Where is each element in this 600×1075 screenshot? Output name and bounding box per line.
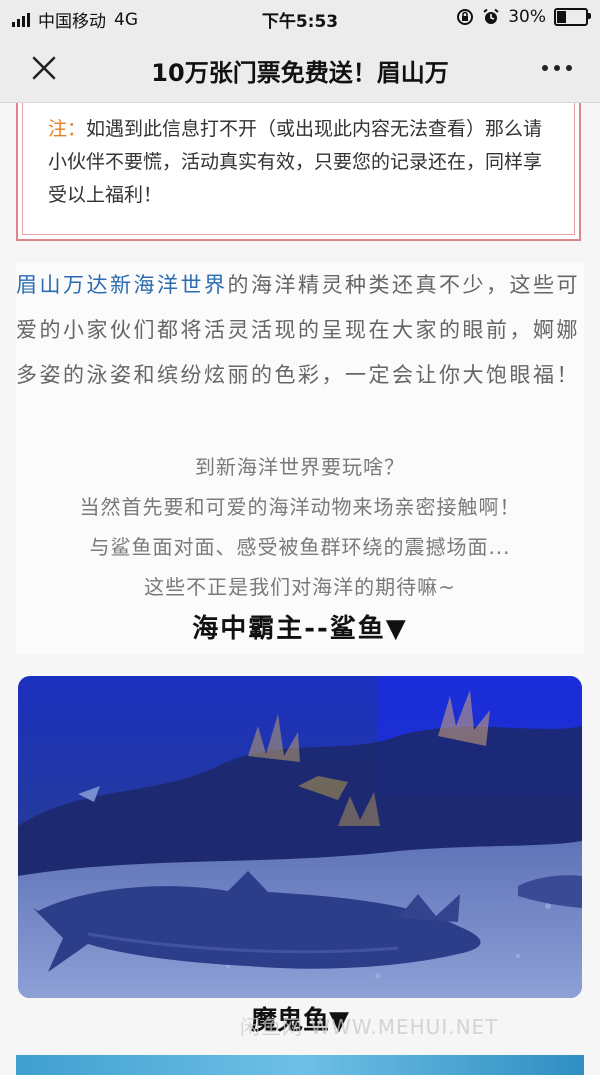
lock-rotation-icon — [457, 9, 474, 25]
center-line: 到新海洋世界要玩啥？ — [195, 455, 405, 479]
battery-icon — [554, 8, 591, 26]
center-lines: 到新海洋世界要玩啥？ 当然首先要和可爱的海洋动物来场亲密接触啊！ 与鲨鱼面对面、… — [16, 447, 584, 607]
intro-paragraph: 眉山万达新海洋世界的海洋精灵种类还真不少，这些可爱的小家伙们都将活灵活现的呈现在… — [16, 263, 584, 398]
more-icon[interactable] — [540, 54, 574, 82]
status-right: 30% — [456, 7, 591, 27]
close-icon[interactable] — [28, 52, 60, 84]
highlight-link[interactable]: 眉山万达新海洋世界 — [16, 273, 228, 297]
center-line: 当然首先要和可爱的海洋动物来场亲密接触啊！ — [79, 495, 521, 519]
note-box: 注：如遇到此信息打不开（或出现此内容无法查看）那么请小伙伴不要慌，活动真实有效，… — [16, 103, 581, 241]
center-line: 与鲨鱼面对面、感受被鱼群环绕的震撼场面... — [89, 535, 511, 559]
center-line: 这些不正是我们对海洋的期待嘛~ — [144, 575, 456, 599]
article-body: 眉山万达新海洋世界的海洋精灵种类还真不少，这些可爱的小家伙们都将活灵活现的呈现在… — [16, 263, 584, 655]
section-heading: 海中霸主--鲨鱼▼ — [192, 614, 408, 644]
note-label: 注： — [48, 118, 87, 140]
shark-aquarium-image — [18, 676, 582, 998]
watermark: 闲鱼网 WWW.MEHUI.NET — [240, 1015, 499, 1039]
nav-bar: 10万张门票免费送！眉山万 — [0, 34, 600, 103]
note-body: 如遇到此信息打不开（或出现此内容无法查看）那么请小伙伴不要慌，活动真实有效，只要… — [48, 118, 543, 206]
status-bar: 中国移动 4G 下午5:53 30% — [0, 0, 600, 34]
battery-fill — [557, 11, 566, 23]
next-image-top — [16, 1055, 584, 1075]
page-title: 10万张门票免费送！眉山万 — [151, 59, 449, 87]
alarm-icon — [483, 8, 499, 24]
battery-percentage: 30% — [508, 7, 546, 27]
note-text: 注：如遇到此信息打不开（或出现此内容无法查看）那么请小伙伴不要慌，活动真实有效，… — [48, 113, 547, 212]
